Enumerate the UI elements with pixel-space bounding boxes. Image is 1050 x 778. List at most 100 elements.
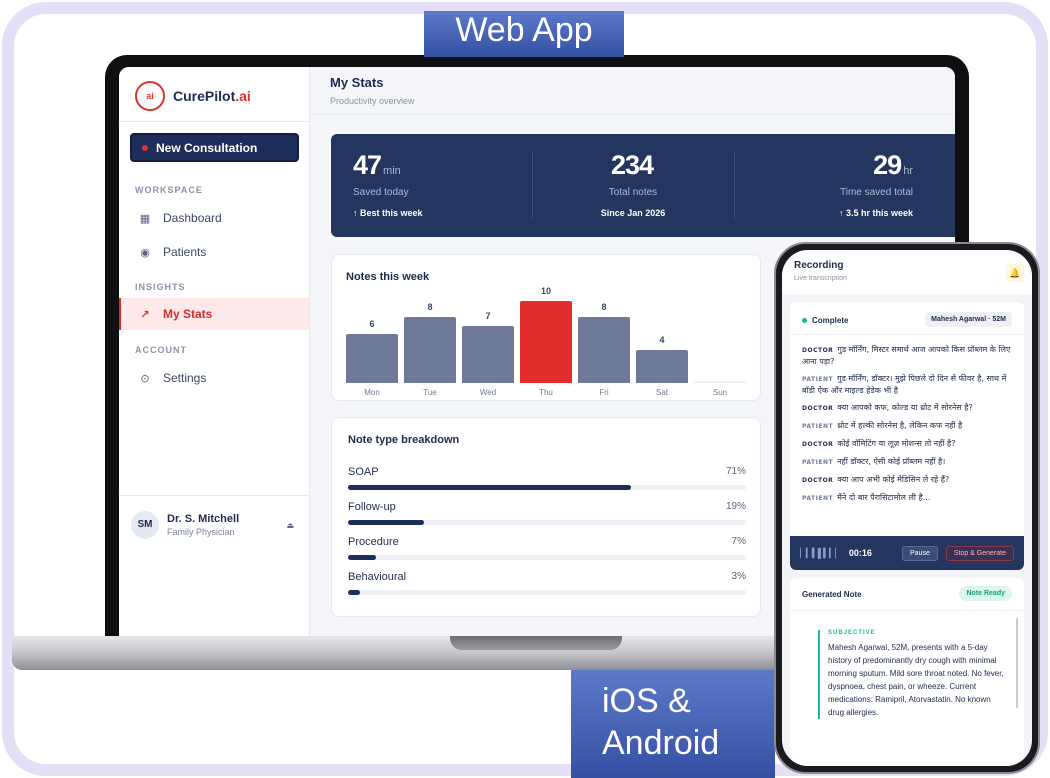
breakdown-label: SOAP <box>348 466 379 478</box>
sidebar-item-my-stats[interactable]: ↗ My Stats <box>119 298 309 330</box>
bar-wed: 7 Wed <box>462 301 514 397</box>
trend-up-icon: ↗ <box>140 308 150 321</box>
new-consultation-label: New Consultation <box>156 140 258 155</box>
bar-value-label: 10 <box>540 286 551 296</box>
sidebar-item-settings[interactable]: ⊙ Settings <box>119 362 309 394</box>
bar-mark <box>694 381 746 383</box>
subjective-section: SUBJECTIVE Mahesh Agarwal, 52M, presents… <box>818 630 1008 719</box>
transcript-line: PATIENT मैंने दो बार पैरासिटामोल ली है... <box>802 492 1018 504</box>
bar-mark <box>462 326 514 383</box>
recording-timer: 00:16 <box>848 548 872 558</box>
pause-button[interactable]: Pause <box>901 545 938 561</box>
scrollbar[interactable] <box>1016 618 1018 708</box>
divider <box>790 610 1024 611</box>
note-ready-badge: Note Ready <box>959 586 1012 601</box>
bar-category-label: Tue <box>423 388 437 397</box>
transcript-line: PATIENT गुड मॉर्निंग, डॉक्टर। मुझे पिछले … <box>802 373 1018 396</box>
stat-value: 234 <box>610 150 654 180</box>
progress-fill <box>348 555 376 560</box>
bar-category-label: Mon <box>364 388 380 397</box>
speaker-label: PATIENT <box>802 459 834 466</box>
page-subtitle: Productivity overview <box>330 96 415 106</box>
section-text: Mahesh Agarwal, 52M, presents with a 5-d… <box>828 643 1004 717</box>
notes-week-chart: 6 Mon 8 Tue 7 Wed 10 Thu 8 Fri 4 Sat Sun <box>346 279 748 397</box>
laptop-base <box>12 636 797 670</box>
bar-value-label: 4 <box>659 335 665 345</box>
generated-note-card: Generated Note Note Ready SUBJECTIVE Mah… <box>790 578 1024 766</box>
section-label-workspace: WORKSPACE <box>135 185 203 195</box>
section-label-account: ACCOUNT <box>135 345 187 355</box>
patient-chip: Mahesh Agarwal · 52M <box>925 312 1012 327</box>
mobile-header: Recording Live transcription 🔔 <box>782 250 1032 294</box>
card-title: Note type breakdown <box>348 434 460 446</box>
stop-generate-button[interactable]: Stop & Generate <box>945 545 1014 561</box>
breakdown-row: Follow-up 19% <box>348 501 746 525</box>
transcript-line: DOCTOR गुड मॉर्निंग, मिस्टर समार्थ आज आपक… <box>802 344 1018 367</box>
mobile-app-screen: Recording Live transcription 🔔 Complete … <box>782 250 1032 766</box>
bar-category-label: Sat <box>655 388 668 397</box>
patient-icon: ◉ <box>140 246 150 259</box>
user-name: Dr. S. Mitchell <box>167 512 240 525</box>
transcript-line: DOCTOR कोई वॉमिटिंग या लूज़ मोशन्स तो नही… <box>802 438 1018 450</box>
bar-mark <box>578 317 630 383</box>
sidebar-item-label: My Stats <box>163 307 213 321</box>
divider <box>790 334 1024 335</box>
user-profile[interactable]: SM Dr. S. Mitchell Family Physician ⏏ <box>119 495 310 545</box>
grid-icon: ▦ <box>139 212 151 225</box>
bar-value-label: 8 <box>601 302 607 312</box>
sidebar-item-dashboard[interactable]: ▦ Dashboard <box>119 202 309 234</box>
sidebar-item-label: Dashboard <box>163 211 222 225</box>
section-label: SUBJECTIVE <box>828 630 876 636</box>
progress-fill <box>348 485 631 490</box>
generated-note-title: Generated Note <box>802 590 862 599</box>
bar-category-label: Wed <box>479 388 497 397</box>
utterance-text: क्या आपको कफ, कोल्ड या थ्रोट में सोरनेस … <box>837 403 973 412</box>
curepilot-logo-icon: ai <box>135 81 165 111</box>
stat-value: 47 min <box>353 150 401 180</box>
speaker-label: PATIENT <box>802 495 834 502</box>
avatar: SM <box>131 510 159 539</box>
stat-label: Saved today <box>353 187 409 198</box>
mobile-title: Recording <box>794 260 844 271</box>
mobile-badge-line2: Android <box>602 724 720 762</box>
breakdown-row: Procedure 7% <box>348 536 746 560</box>
sidebar-item-patients[interactable]: ◉ Patients <box>119 236 309 268</box>
stat-value: 29 hr <box>873 150 913 180</box>
status-badge: Complete <box>802 316 848 325</box>
progress-fill <box>348 590 360 595</box>
breakdown-percent: 3% <box>731 571 746 582</box>
breakdown-percent: 19% <box>725 501 746 512</box>
bar-mark <box>346 334 398 383</box>
bar-mark <box>636 350 688 383</box>
speaker-label: DOCTOR <box>802 347 834 354</box>
phone-bezel: Recording Live transcription 🔔 Complete … <box>774 242 1040 774</box>
note-type-breakdown-card: Note type breakdown SOAP 71% Follow-up 19% P… <box>331 417 761 617</box>
breakdown-label: Procedure <box>348 536 399 548</box>
page-title: My Stats <box>330 75 384 90</box>
bell-icon[interactable]: 🔔 <box>1006 264 1024 282</box>
brand[interactable]: ai CurePilot.ai <box>135 81 251 111</box>
transcript-line: DOCTOR क्या आपको कफ, कोल्ड या थ्रोट में स… <box>802 402 1018 414</box>
bar-sat: 4 Sat <box>636 301 688 397</box>
breakdown-row: Behavioural 3% <box>348 571 746 595</box>
eject-icon[interactable]: ⏏ <box>286 521 294 530</box>
new-consultation-button[interactable]: New Consultation <box>130 133 299 162</box>
utterance-text: कोई वॉमिटिंग या लूज़ मोशन्स तो नहीं है? <box>837 439 956 448</box>
stat-note: ↑ 3.5 hr this week <box>838 208 913 218</box>
divider <box>119 121 310 122</box>
stat-note: ↑ Best this week <box>353 208 423 218</box>
breakdown-percent: 71% <box>725 466 746 477</box>
mobile-subtitle: Live transcription <box>794 275 847 282</box>
breakdown-label: Behavioural <box>348 571 407 583</box>
bar-category-label: Fri <box>599 388 609 397</box>
stat-note: Since Jan 2026 <box>600 208 666 218</box>
bar-mark <box>520 301 572 383</box>
stat-total-notes: 234 Total notes Since Jan 2026 <box>532 134 733 237</box>
stats-banner: 47 min Saved today ↑ Best this week 234 T… <box>331 134 955 237</box>
bar-tue: 8 Tue <box>404 301 456 397</box>
bar-category-label: Thu <box>539 388 553 397</box>
utterance-text: थ्रोट में हल्की सोरनेस है, लेकिन कफ नहीं… <box>837 421 963 430</box>
sidebar-item-label: Settings <box>163 371 207 385</box>
recording-bar: ▏▎▍▌▍▎▏ 00:16 Pause Stop & Generate <box>790 536 1024 570</box>
utterance-text: नहीं डॉक्टर, ऐसी कोई प्रॉब्लम नहीं है। <box>837 457 946 466</box>
